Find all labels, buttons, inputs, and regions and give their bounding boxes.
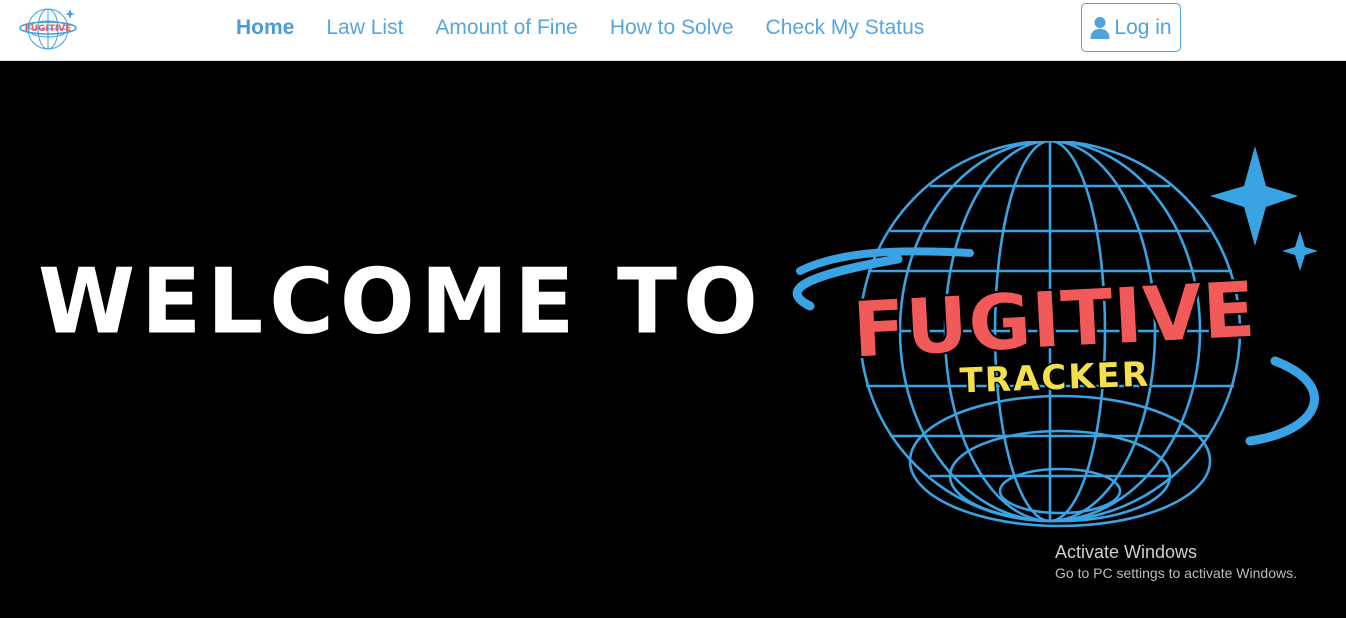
nav-link-how-to-solve[interactable]: How to Solve (610, 16, 734, 40)
login-button-label: Log in (1114, 15, 1172, 39)
nav-link-check-my-status[interactable]: Check My Status (766, 16, 925, 40)
login-button[interactable]: Log in (1081, 3, 1181, 52)
nav-links: Home Law List Amount of Fine How to Solv… (236, 0, 956, 56)
nav-link-home[interactable]: Home (236, 16, 294, 40)
site-logo-wordmark: FUGITIVE (25, 24, 72, 34)
site-logo[interactable]: FUGITIVE (18, 4, 82, 54)
hero-banner: WELCOME TO FUGITIVE TRACKER Activate Win… (0, 61, 1346, 618)
logo-word-tracker: TRACKER (959, 355, 1151, 402)
top-navbar: FUGITIVE Home Law List Amount of Fine Ho… (0, 0, 1346, 61)
welcome-heading: WELCOME TO (38, 248, 764, 354)
user-icon (1090, 16, 1110, 39)
watermark-subtitle: Go to PC settings to activate Windows. (1055, 565, 1297, 581)
watermark-title: Activate Windows (1055, 542, 1198, 562)
activate-windows-watermark: Activate Windows Go to PC settings to ac… (1055, 541, 1297, 583)
fugitive-tracker-logo: FUGITIVE TRACKER (792, 141, 1319, 528)
nav-link-amount-of-fine[interactable]: Amount of Fine (435, 16, 577, 40)
nav-link-law-list[interactable]: Law List (326, 16, 403, 40)
